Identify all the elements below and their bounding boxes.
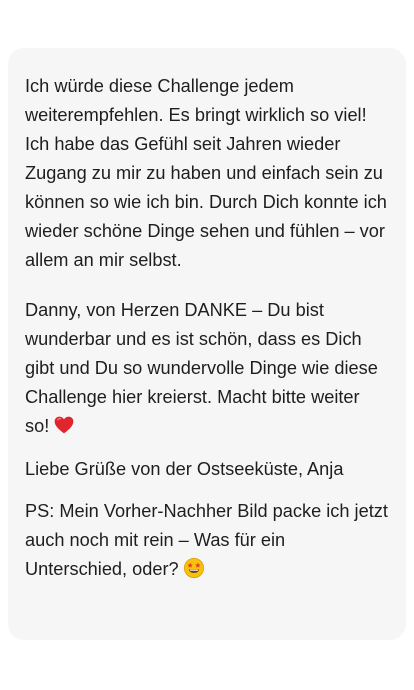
- message-bubble: Ich würde diese Challenge jedem weiterem…: [8, 48, 406, 640]
- message-paragraph: PS: Mein Vorher-Nachher Bild packe ich j…: [25, 497, 388, 584]
- message-text: Ich würde diese Challenge jedem weiterem…: [25, 76, 387, 270]
- message-text: PS: Mein Vorher-Nachher Bild packe ich j…: [25, 501, 388, 579]
- star-struck-face-icon: [183, 558, 204, 578]
- message-text: Liebe Grüße von der Ostseeküste, Anja: [25, 459, 344, 479]
- red-heart-icon: [54, 416, 74, 434]
- message-paragraph: Danny, von Herzen DANKE – Du bist wunder…: [25, 296, 388, 441]
- message-text: Danny, von Herzen DANKE – Du bist wunder…: [25, 300, 378, 436]
- message-paragraph: Ich würde diese Challenge jedem weiterem…: [25, 72, 388, 275]
- message-paragraph: Liebe Grüße von der Ostseeküste, Anja: [25, 455, 388, 484]
- page: Ich würde diese Challenge jedem weiterem…: [0, 0, 414, 690]
